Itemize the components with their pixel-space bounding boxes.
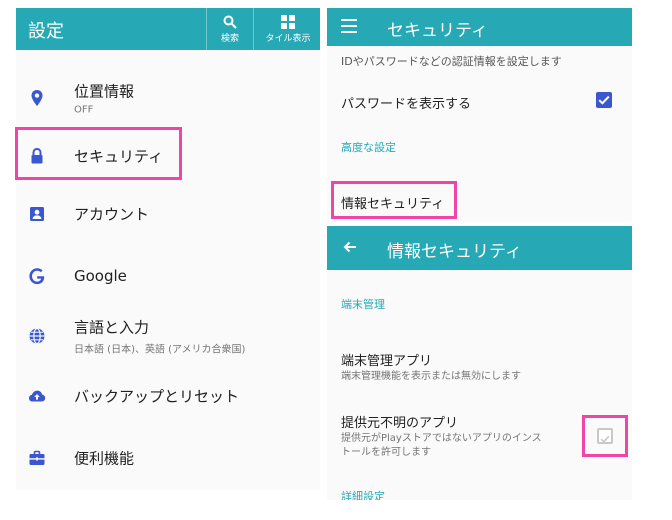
security-app-bar: セキュリティ [327, 8, 632, 46]
show-password-checkbox[interactable] [596, 92, 612, 108]
settings-item-google[interactable]: Google [16, 248, 320, 304]
location-pin-icon [31, 90, 43, 106]
grid-icon [281, 14, 295, 29]
settings-item-convenience[interactable]: 便利機能 [16, 430, 320, 486]
settings-item-sublabel: OFF [74, 104, 94, 116]
info-security-app-bar: 情報セキュリティ [327, 226, 632, 270]
settings-item-language[interactable]: 言語と入力 日本語 (日本)、英語 (アメリカ合衆国) [16, 308, 320, 364]
settings-item-label: 便利機能 [74, 449, 135, 468]
details-section-header: 詳細設定 [341, 490, 385, 500]
briefcase-icon [29, 450, 45, 465]
back-arrow-icon[interactable] [341, 238, 359, 256]
show-password-label: パスワードを表示する [341, 97, 472, 112]
info-security-highlight-box [331, 181, 457, 219]
search-label: 検索 [220, 33, 239, 44]
tile-view-label: タイル表示 [265, 33, 311, 44]
info-security-panel: 情報セキュリティ 端末管理 端末管理アプリ 端末管理機能を表示または無効にします… [327, 226, 632, 500]
settings-title: 設定 [28, 21, 64, 42]
settings-item-location[interactable]: 位置情報 OFF [16, 70, 320, 126]
google-icon [29, 268, 45, 285]
unknown-sources-subtitle-line1: 提供元がPlayストアではないアプリのインス [341, 433, 542, 444]
device-admin-apps-subtitle: 端末管理機能を表示または無効にします [341, 371, 521, 382]
settings-item-backup-reset[interactable]: バックアップとリセット [16, 368, 320, 424]
security-title: セキュリティ [387, 21, 488, 41]
check-icon [598, 95, 610, 105]
app-bar-divider [253, 8, 254, 50]
search-button[interactable]: 検索 [210, 8, 250, 50]
settings-panel: 設定 検索 タイル表示 位置情報 OFF セキュリティ アカウント Google… [16, 8, 320, 490]
globe-icon [29, 327, 45, 345]
advanced-settings-header: 高度な設定 [341, 141, 396, 154]
settings-app-bar: 設定 検索 タイル表示 [16, 8, 320, 50]
device-admin-section-header: 端末管理 [341, 298, 385, 311]
security-highlight-box [15, 127, 182, 180]
cloud-upload-icon [29, 390, 46, 402]
account-icon [30, 207, 44, 221]
unknown-sources-highlight-box [582, 415, 628, 457]
search-icon [223, 15, 237, 29]
app-bar-divider [206, 8, 207, 50]
settings-item-sublabel: 日本語 (日本)、英語 (アメリカ合衆国) [74, 344, 246, 356]
info-security-title: 情報セキュリティ [387, 242, 522, 262]
menu-icon[interactable] [341, 19, 357, 33]
settings-item-label: 言語と入力 [74, 318, 150, 337]
device-admin-apps-title: 端末管理アプリ [341, 354, 433, 369]
tile-view-button[interactable]: タイル表示 [256, 8, 320, 50]
unknown-sources-title: 提供元不明のアプリ [341, 416, 459, 431]
settings-item-label: バックアップとリセット [74, 387, 240, 406]
cut-off-description: IDやパスワードなどの認証情報を設定します [341, 55, 562, 68]
unknown-sources-subtitle-line2: トールを許可します [341, 447, 431, 458]
settings-item-label: 位置情報 [74, 82, 135, 101]
settings-item-label: アカウント [74, 205, 150, 224]
settings-item-label: Google [74, 267, 127, 285]
settings-item-account[interactable]: アカウント [16, 186, 320, 242]
